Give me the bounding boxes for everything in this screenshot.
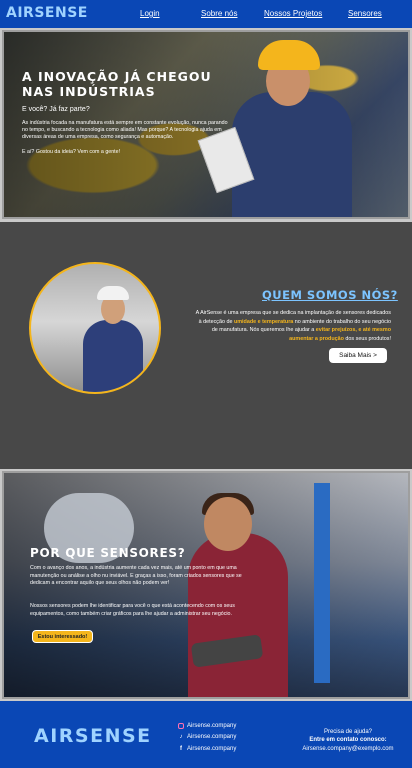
- about-text: A AirSense é uma empresa que se dedica n…: [195, 310, 391, 342]
- facebook-icon: f: [180, 746, 182, 752]
- footer: AIRSENSE Airsense.company ♪ Airsense.com…: [0, 701, 412, 768]
- nav-link-sobre-nos[interactable]: Sobre nós: [201, 9, 237, 18]
- saiba-mais-button[interactable]: Saiba Mais >: [329, 348, 387, 363]
- nav-link-login[interactable]: Login: [140, 9, 160, 18]
- sensors-title: POR QUE SENSORES?: [30, 546, 186, 560]
- estou-interessado-button[interactable]: Estou interessado!: [32, 630, 93, 643]
- sensors-section: POR QUE SENSORES? Com o avanço dos anos,…: [2, 471, 410, 699]
- contact-email[interactable]: Airsense.company@exemplo.com: [300, 745, 396, 753]
- businessman-photo: [29, 262, 161, 394]
- sensors-paragraph-1: Com o avanço dos anos, a indústria aumen…: [30, 565, 242, 586]
- about-highlight-1: umidade e temperatura: [233, 318, 294, 325]
- hero-banner: A INOVAÇÃO JÁ CHEGOU NAS INDÚSTRIAS E vo…: [2, 30, 410, 219]
- brand-logo[interactable]: AIRSENSE: [6, 5, 88, 21]
- hero-cta-text: E aí? Gostou da ideia? Vem com a gente!: [22, 149, 121, 155]
- help-text: Precisa de ajuda?: [323, 729, 373, 735]
- contact-block: Precisa de ajuda? Entre em contato conos…: [300, 728, 396, 753]
- nav-link-sensores[interactable]: Sensores: [348, 9, 382, 18]
- hero-question: E você? Já faz parte?: [22, 106, 90, 113]
- about-section: QUEM SOMOS NÓS? A AirSense é uma empresa…: [0, 222, 412, 469]
- tiktok-icon: ♪: [179, 734, 183, 740]
- hero-paragraph: As indústria focada na manufatura está s…: [22, 120, 228, 140]
- hardhat-image: [258, 40, 320, 70]
- social-instagram[interactable]: Airsense.company: [178, 723, 236, 729]
- top-navbar: AIRSENSE Login Sobre nós Nossos Projetos…: [0, 0, 412, 28]
- social-tiktok[interactable]: ♪ Airsense.company: [178, 734, 237, 740]
- hero-worker-image: [232, 92, 352, 217]
- contact-label: Entre em contato conosco:: [309, 737, 387, 744]
- instagram-icon: [178, 723, 184, 729]
- social-facebook[interactable]: f Airsense.company: [178, 746, 236, 752]
- footer-logo[interactable]: AIRSENSE: [34, 725, 152, 747]
- nav-link-nossos-projetos[interactable]: Nossos Projetos: [264, 9, 322, 18]
- about-title: QUEM SOMOS NÓS?: [262, 288, 398, 302]
- sensors-paragraph-2: Nossos sensores podem lhe identificar pa…: [30, 603, 235, 617]
- hero-title: A INOVAÇÃO JÁ CHEGOU NAS INDÚSTRIAS: [22, 69, 212, 99]
